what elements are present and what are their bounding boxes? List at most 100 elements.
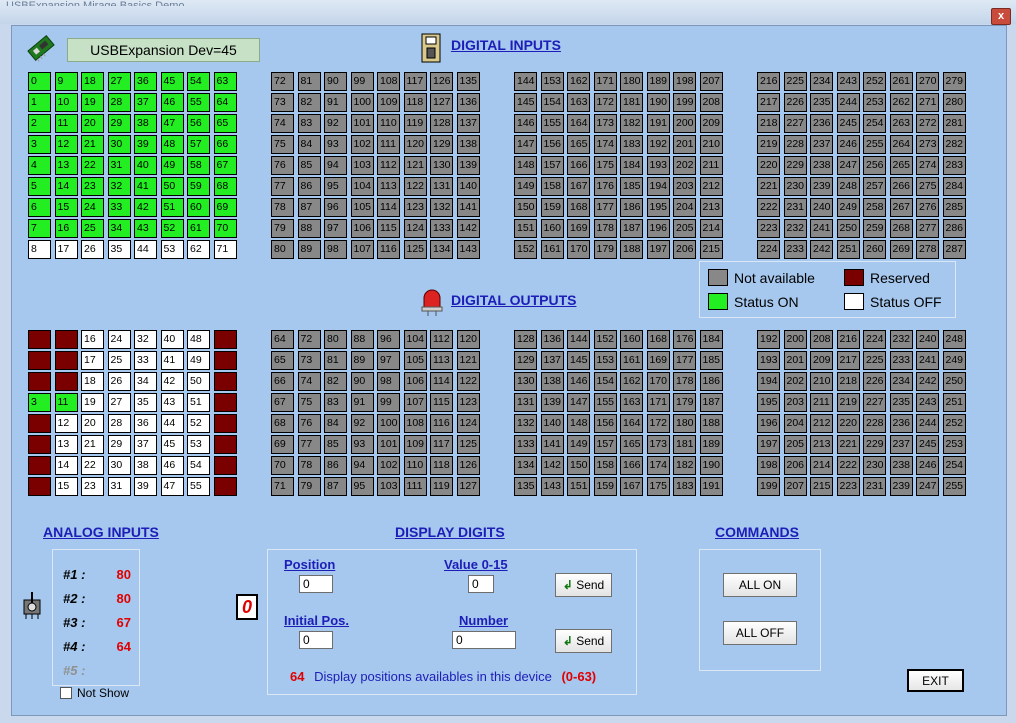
- output-cell-215[interactable]: 215: [810, 477, 833, 496]
- output-cell-66[interactable]: 66: [271, 372, 294, 391]
- output-cell-39[interactable]: 39: [134, 477, 157, 496]
- output-cell-125[interactable]: 125: [456, 435, 480, 454]
- output-cell-70[interactable]: 70: [271, 456, 294, 475]
- output-cell-169[interactable]: 169: [646, 351, 670, 370]
- output-cell-182[interactable]: 182: [673, 456, 696, 475]
- output-cell-28[interactable]: 28: [107, 414, 131, 433]
- output-cell-2[interactable]: 2: [28, 372, 51, 391]
- output-cell-15[interactable]: 15: [54, 477, 78, 496]
- output-cell-42[interactable]: 42: [160, 372, 184, 391]
- output-cell-108[interactable]: 108: [403, 414, 427, 433]
- output-cell-80[interactable]: 80: [324, 330, 347, 349]
- output-cell-187[interactable]: 187: [699, 393, 723, 412]
- output-cell-127[interactable]: 127: [456, 477, 480, 496]
- output-cell-218[interactable]: 218: [836, 372, 860, 391]
- output-cell-103[interactable]: 103: [377, 477, 400, 496]
- output-cell-52[interactable]: 52: [187, 414, 210, 433]
- output-cell-172[interactable]: 172: [646, 414, 670, 433]
- output-cell-117[interactable]: 117: [430, 435, 453, 454]
- output-cell-130[interactable]: 130: [514, 372, 537, 391]
- output-cell-54[interactable]: 54: [187, 456, 210, 475]
- output-cell-92[interactable]: 92: [350, 414, 374, 433]
- output-cell-166[interactable]: 166: [620, 456, 643, 475]
- output-cell-178[interactable]: 178: [673, 372, 696, 391]
- output-cell-141[interactable]: 141: [540, 435, 564, 454]
- output-cell-196[interactable]: 196: [757, 414, 780, 433]
- output-cell-40[interactable]: 40: [160, 330, 184, 349]
- output-cell-164[interactable]: 164: [620, 414, 643, 433]
- output-cell-29[interactable]: 29: [107, 435, 131, 454]
- output-cell-180[interactable]: 180: [673, 414, 696, 433]
- output-cell-222[interactable]: 222: [836, 456, 860, 475]
- output-cell-23[interactable]: 23: [81, 477, 104, 496]
- number-input[interactable]: 0: [452, 631, 516, 649]
- output-cell-162[interactable]: 162: [620, 372, 643, 391]
- output-cell-210[interactable]: 210: [810, 372, 833, 391]
- output-cell-234[interactable]: 234: [889, 372, 913, 391]
- output-cell-135[interactable]: 135: [514, 477, 537, 496]
- output-cell-205[interactable]: 205: [783, 435, 807, 454]
- output-cell-245[interactable]: 245: [916, 435, 939, 454]
- all-on-button[interactable]: ALL ON: [723, 573, 797, 597]
- output-cell-114[interactable]: 114: [430, 372, 453, 391]
- exit-button[interactable]: EXIT: [907, 669, 964, 692]
- output-cell-121[interactable]: 121: [456, 351, 480, 370]
- output-cell-111[interactable]: 111: [403, 477, 427, 496]
- initial-pos-input[interactable]: 0: [299, 631, 333, 649]
- output-cell-38[interactable]: 38: [134, 456, 157, 475]
- output-cell-35[interactable]: 35: [134, 393, 157, 412]
- output-cell-8[interactable]: 8: [54, 330, 78, 349]
- output-cell-74[interactable]: 74: [297, 372, 321, 391]
- output-cell-190[interactable]: 190: [699, 456, 723, 475]
- output-cell-243[interactable]: 243: [916, 393, 939, 412]
- output-cell-105[interactable]: 105: [403, 351, 427, 370]
- output-cell-207[interactable]: 207: [783, 477, 807, 496]
- output-cell-56[interactable]: 56: [213, 330, 237, 349]
- output-cell-238[interactable]: 238: [889, 456, 913, 475]
- output-cell-96[interactable]: 96: [377, 330, 400, 349]
- output-cell-78[interactable]: 78: [297, 456, 321, 475]
- output-cell-48[interactable]: 48: [187, 330, 210, 349]
- output-cell-248[interactable]: 248: [942, 330, 966, 349]
- output-cell-160[interactable]: 160: [620, 330, 643, 349]
- output-cell-242[interactable]: 242: [916, 372, 939, 391]
- output-cell-77[interactable]: 77: [297, 435, 321, 454]
- output-cell-146[interactable]: 146: [567, 372, 590, 391]
- output-cell-97[interactable]: 97: [377, 351, 400, 370]
- output-cell-246[interactable]: 246: [916, 456, 939, 475]
- output-cell-142[interactable]: 142: [540, 456, 564, 475]
- output-cell-204[interactable]: 204: [783, 414, 807, 433]
- output-cell-19[interactable]: 19: [81, 393, 104, 412]
- output-cell-113[interactable]: 113: [430, 351, 453, 370]
- output-cell-60[interactable]: 60: [213, 414, 237, 433]
- output-cell-226[interactable]: 226: [863, 372, 886, 391]
- output-cell-208[interactable]: 208: [810, 330, 833, 349]
- output-cell-241[interactable]: 241: [916, 351, 939, 370]
- output-cell-90[interactable]: 90: [350, 372, 374, 391]
- output-cell-232[interactable]: 232: [889, 330, 913, 349]
- output-cell-46[interactable]: 46: [160, 456, 184, 475]
- output-cell-224[interactable]: 224: [863, 330, 886, 349]
- output-cell-239[interactable]: 239: [889, 477, 913, 496]
- send-number-button[interactable]: ↲ Send: [555, 629, 612, 653]
- output-cell-118[interactable]: 118: [430, 456, 453, 475]
- output-cell-49[interactable]: 49: [187, 351, 210, 370]
- output-cell-100[interactable]: 100: [377, 414, 400, 433]
- output-cell-251[interactable]: 251: [942, 393, 966, 412]
- output-cell-0[interactable]: 0: [28, 330, 51, 349]
- output-cell-71[interactable]: 71: [271, 477, 294, 496]
- output-cell-144[interactable]: 144: [567, 330, 590, 349]
- output-cell-20[interactable]: 20: [81, 414, 104, 433]
- output-cell-57[interactable]: 57: [213, 351, 237, 370]
- output-cell-235[interactable]: 235: [889, 393, 913, 412]
- output-cell-41[interactable]: 41: [160, 351, 184, 370]
- output-cell-149[interactable]: 149: [567, 435, 590, 454]
- output-cell-186[interactable]: 186: [699, 372, 723, 391]
- output-cell-4[interactable]: 4: [28, 414, 51, 433]
- output-cell-62[interactable]: 62: [213, 456, 237, 475]
- output-cell-188[interactable]: 188: [699, 414, 723, 433]
- output-cell-122[interactable]: 122: [456, 372, 480, 391]
- output-cell-51[interactable]: 51: [187, 393, 210, 412]
- output-cell-65[interactable]: 65: [271, 351, 294, 370]
- not-show-checkbox[interactable]: [60, 687, 72, 699]
